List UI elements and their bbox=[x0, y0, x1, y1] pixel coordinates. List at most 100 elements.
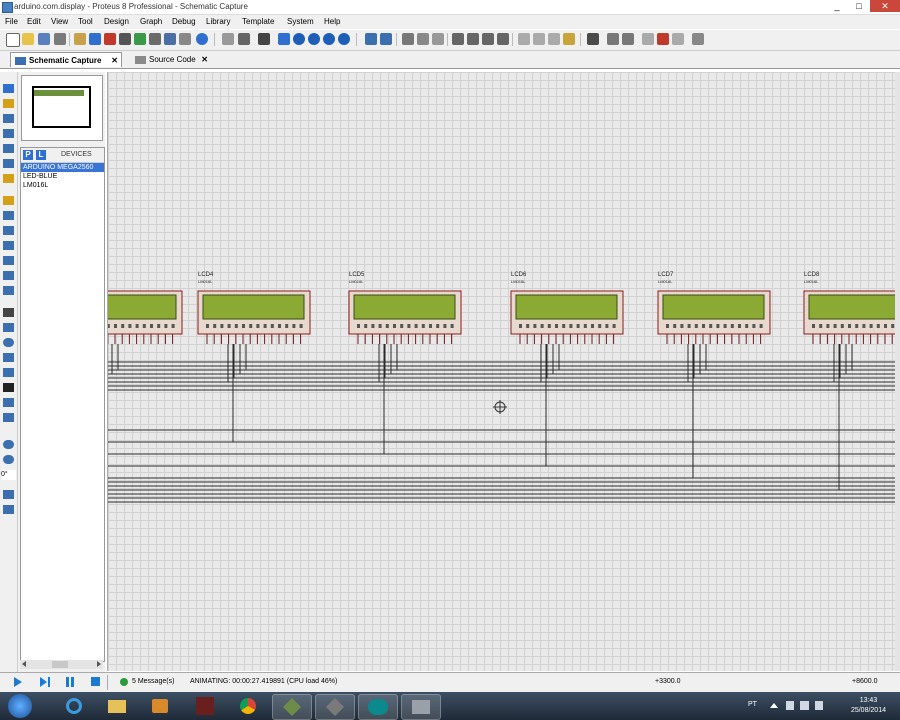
menu-edit[interactable]: Edit bbox=[27, 17, 41, 26]
origin-icon[interactable] bbox=[258, 33, 270, 45]
circle-icon[interactable] bbox=[3, 338, 14, 347]
game-app-icon[interactable] bbox=[186, 694, 224, 718]
start-orb-icon[interactable] bbox=[8, 694, 32, 718]
menu-library[interactable]: Library bbox=[206, 17, 230, 26]
proteus-taskbar-icon[interactable] bbox=[272, 694, 312, 720]
generator-icon[interactable] bbox=[3, 256, 14, 265]
block-copy-icon[interactable] bbox=[452, 33, 464, 45]
design-explorer-icon[interactable] bbox=[134, 33, 146, 45]
maximize-button[interactable]: □ bbox=[848, 0, 870, 12]
play-icon[interactable] bbox=[14, 677, 22, 687]
gerber-icon[interactable] bbox=[149, 33, 161, 45]
network-icon[interactable] bbox=[800, 701, 809, 710]
zoom-area-icon[interactable] bbox=[338, 33, 350, 45]
device-item-led-blue[interactable]: LED-BLUE bbox=[21, 172, 104, 181]
library-manager-button[interactable]: L bbox=[36, 150, 46, 160]
input-language[interactable]: PT bbox=[748, 701, 757, 708]
help-icon[interactable] bbox=[196, 33, 208, 45]
subcircuit-icon[interactable] bbox=[3, 174, 14, 183]
source-icon[interactable] bbox=[164, 33, 176, 45]
selection-mode-icon[interactable] bbox=[3, 84, 14, 93]
rotate-ccw-icon[interactable] bbox=[3, 455, 14, 464]
rotate-cw-icon[interactable] bbox=[3, 440, 14, 449]
zoom-all-icon[interactable] bbox=[323, 33, 335, 45]
stop-icon[interactable] bbox=[91, 677, 100, 686]
save-icon[interactable] bbox=[38, 33, 50, 45]
schematic-canvas[interactable]: LCD4 LM016L LCD5 LM016L LCD6 LM016L LCD7 LM016L… bbox=[107, 72, 896, 671]
open-icon[interactable] bbox=[22, 33, 34, 45]
report-icon[interactable] bbox=[692, 33, 704, 45]
tape-icon[interactable] bbox=[3, 241, 14, 250]
home-icon[interactable] bbox=[74, 33, 86, 45]
pick-device-icon[interactable] bbox=[518, 33, 530, 45]
symbol-icon[interactable] bbox=[3, 398, 14, 407]
zoom-out-icon[interactable] bbox=[308, 33, 320, 45]
path-icon[interactable] bbox=[3, 368, 14, 377]
new-icon[interactable] bbox=[6, 33, 20, 47]
remove-sheet-icon[interactable] bbox=[657, 33, 669, 45]
bus-icon[interactable] bbox=[3, 159, 14, 168]
new-sheet-icon[interactable] bbox=[642, 33, 654, 45]
wire-autoroute-icon[interactable] bbox=[587, 33, 599, 45]
box-icon[interactable] bbox=[3, 323, 14, 332]
show-hidden-icons-icon[interactable] bbox=[770, 703, 778, 708]
pin-icon[interactable] bbox=[3, 211, 14, 220]
chrome-icon[interactable] bbox=[229, 694, 267, 718]
exit-parent-icon[interactable] bbox=[672, 33, 684, 45]
mirror-x-icon[interactable] bbox=[3, 490, 14, 499]
voltage-probe-icon[interactable] bbox=[3, 271, 14, 280]
menu-tool[interactable]: Tool bbox=[78, 17, 93, 26]
volume-icon[interactable] bbox=[815, 701, 823, 710]
netlist-icon[interactable] bbox=[179, 33, 191, 45]
menu-graph[interactable]: Graph bbox=[140, 17, 162, 26]
terminal-icon[interactable] bbox=[3, 196, 14, 205]
scroll-left-icon[interactable] bbox=[22, 661, 26, 667]
pause-icon[interactable] bbox=[66, 677, 69, 687]
bom-icon[interactable] bbox=[119, 33, 131, 45]
menu-help[interactable]: Help bbox=[324, 17, 340, 26]
text-script-icon[interactable] bbox=[3, 144, 14, 153]
current-probe-icon[interactable] bbox=[3, 286, 14, 295]
arc-icon[interactable] bbox=[3, 353, 14, 362]
search-icon[interactable] bbox=[607, 33, 619, 45]
tool-taskbar-icon[interactable] bbox=[401, 694, 441, 720]
minimize-button[interactable]: _ bbox=[826, 0, 848, 12]
device-item-lm016l[interactable]: LM016L bbox=[21, 181, 104, 190]
make-device-icon[interactable] bbox=[533, 33, 545, 45]
graph-icon[interactable] bbox=[3, 226, 14, 235]
ares-icon[interactable] bbox=[104, 33, 116, 45]
line-icon[interactable] bbox=[3, 308, 14, 317]
close-button[interactable]: ✕ bbox=[870, 0, 900, 12]
junction-icon[interactable] bbox=[3, 114, 14, 123]
refresh-icon[interactable] bbox=[222, 33, 234, 45]
close-project-icon[interactable] bbox=[54, 33, 66, 45]
clock[interactable]: 13:43 25/08/2014 bbox=[851, 696, 886, 716]
message-count[interactable]: 5 Message(s) bbox=[132, 678, 174, 685]
flag-icon[interactable] bbox=[786, 701, 794, 710]
arduino-icon[interactable] bbox=[358, 694, 398, 720]
devices-scrollbar[interactable] bbox=[20, 660, 103, 669]
marker-icon[interactable] bbox=[3, 413, 14, 422]
rotation-angle-field[interactable]: 0° bbox=[1, 470, 16, 480]
mirror-y-icon[interactable] bbox=[3, 505, 14, 514]
block-move-icon[interactable] bbox=[467, 33, 479, 45]
scroll-right-icon[interactable] bbox=[97, 661, 101, 667]
paste-icon[interactable] bbox=[432, 33, 444, 45]
block-rotate-icon[interactable] bbox=[482, 33, 494, 45]
property-icon[interactable] bbox=[622, 33, 634, 45]
menu-view[interactable]: View bbox=[51, 17, 68, 26]
overview-window[interactable] bbox=[21, 75, 103, 141]
menu-debug[interactable]: Debug bbox=[172, 17, 196, 26]
media-player-icon[interactable] bbox=[141, 694, 179, 718]
text-icon[interactable] bbox=[3, 383, 14, 392]
device-item-arduino-mega2560[interactable]: ARDUINO MEGA2560 bbox=[21, 163, 104, 172]
explorer-icon[interactable] bbox=[98, 694, 136, 718]
isis-icon[interactable] bbox=[89, 33, 101, 45]
wire-label-icon[interactable] bbox=[3, 129, 14, 138]
tab-schematic-capture[interactable]: Schematic Capture ✕ bbox=[10, 52, 122, 67]
grid-icon[interactable] bbox=[238, 33, 250, 45]
zoom-in-icon[interactable] bbox=[293, 33, 305, 45]
close-icon[interactable]: ✕ bbox=[111, 53, 118, 68]
close-icon[interactable]: ✕ bbox=[201, 52, 208, 67]
step-icon[interactable] bbox=[40, 677, 47, 687]
